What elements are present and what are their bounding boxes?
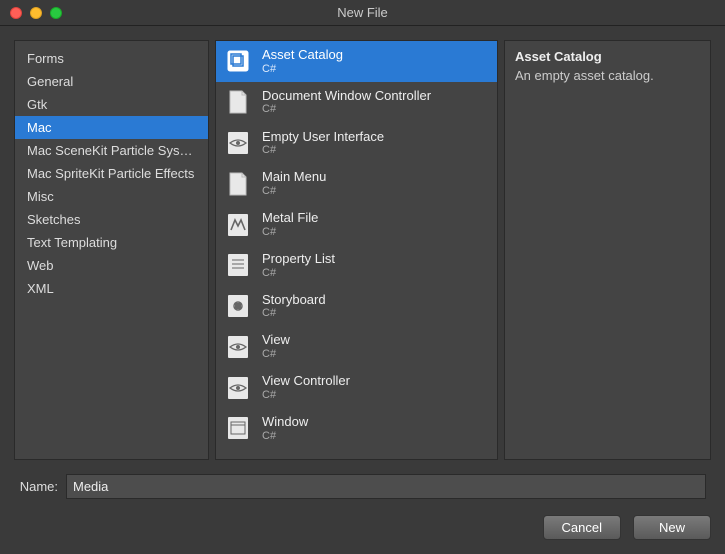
eye-icon — [224, 129, 252, 157]
template-item[interactable]: Metal FileC# — [216, 204, 497, 245]
category-item[interactable]: Mac SpriteKit Particle Effects — [15, 162, 208, 185]
name-row: Name: — [0, 460, 725, 499]
name-input[interactable] — [66, 474, 706, 499]
detail-panel: Asset Catalog An empty asset catalog. — [504, 40, 711, 460]
window-controls — [0, 7, 62, 19]
category-item[interactable]: Mac SceneKit Particle Systems — [15, 139, 208, 162]
template-language: C# — [262, 185, 326, 198]
category-item[interactable]: Misc — [15, 185, 208, 208]
doc-icon — [224, 170, 252, 198]
asset-catalog-icon — [224, 47, 252, 75]
template-name: Metal File — [262, 210, 318, 226]
template-name: Property List — [262, 251, 335, 267]
template-item[interactable]: Empty User InterfaceC# — [216, 123, 497, 164]
template-item[interactable]: WindowC# — [216, 408, 497, 449]
close-icon[interactable] — [10, 7, 22, 19]
template-language: C# — [262, 144, 384, 157]
template-language: C# — [262, 63, 343, 76]
category-item[interactable]: XML — [15, 277, 208, 300]
window-icon — [224, 414, 252, 442]
detail-title: Asset Catalog — [515, 49, 700, 64]
metal-icon — [224, 211, 252, 239]
window-title: New File — [0, 5, 725, 20]
category-list: FormsGeneralGtkMacMac SceneKit Particle … — [14, 40, 209, 460]
titlebar: New File — [0, 0, 725, 26]
category-item[interactable]: Sketches — [15, 208, 208, 231]
cancel-button[interactable]: Cancel — [543, 515, 621, 540]
dialog-footer: Cancel New — [543, 515, 711, 540]
category-item[interactable]: General — [15, 70, 208, 93]
template-item[interactable]: View ControllerC# — [216, 367, 497, 408]
template-item[interactable]: Asset CatalogC# — [216, 41, 497, 82]
category-item[interactable]: Text Templating — [15, 231, 208, 254]
detail-description: An empty asset catalog. — [515, 68, 700, 83]
minimize-icon[interactable] — [30, 7, 42, 19]
maximize-icon[interactable] — [50, 7, 62, 19]
template-name: Asset Catalog — [262, 47, 343, 63]
plist-icon — [224, 251, 252, 279]
category-item[interactable]: Mac — [15, 116, 208, 139]
template-name: View — [262, 332, 290, 348]
template-item[interactable]: ViewC# — [216, 326, 497, 367]
category-item[interactable]: Gtk — [15, 93, 208, 116]
template-name: Empty User Interface — [262, 129, 384, 145]
template-language: C# — [262, 103, 431, 116]
template-language: C# — [262, 430, 308, 443]
name-label: Name: — [14, 479, 58, 494]
template-item[interactable]: Property ListC# — [216, 245, 497, 286]
template-name: View Controller — [262, 373, 350, 389]
template-item[interactable]: StoryboardC# — [216, 286, 497, 327]
template-list: Asset CatalogC#Document Window Controlle… — [215, 40, 498, 460]
category-item[interactable]: Web — [15, 254, 208, 277]
template-language: C# — [262, 226, 318, 239]
template-language: C# — [262, 348, 290, 361]
new-button[interactable]: New — [633, 515, 711, 540]
eye-icon — [224, 374, 252, 402]
template-language: C# — [262, 267, 335, 280]
new-file-dialog: New File FormsGeneralGtkMacMac SceneKit … — [0, 0, 725, 554]
template-language: C# — [262, 389, 350, 402]
template-name: Window — [262, 414, 308, 430]
template-item[interactable]: Document Window ControllerC# — [216, 82, 497, 123]
template-name: Main Menu — [262, 169, 326, 185]
category-item[interactable]: Forms — [15, 47, 208, 70]
doc-icon — [224, 88, 252, 116]
eye-icon — [224, 333, 252, 361]
storyboard-icon — [224, 292, 252, 320]
template-name: Document Window Controller — [262, 88, 431, 104]
template-name: Storyboard — [262, 292, 326, 308]
template-item[interactable]: Main MenuC# — [216, 163, 497, 204]
template-language: C# — [262, 307, 326, 320]
